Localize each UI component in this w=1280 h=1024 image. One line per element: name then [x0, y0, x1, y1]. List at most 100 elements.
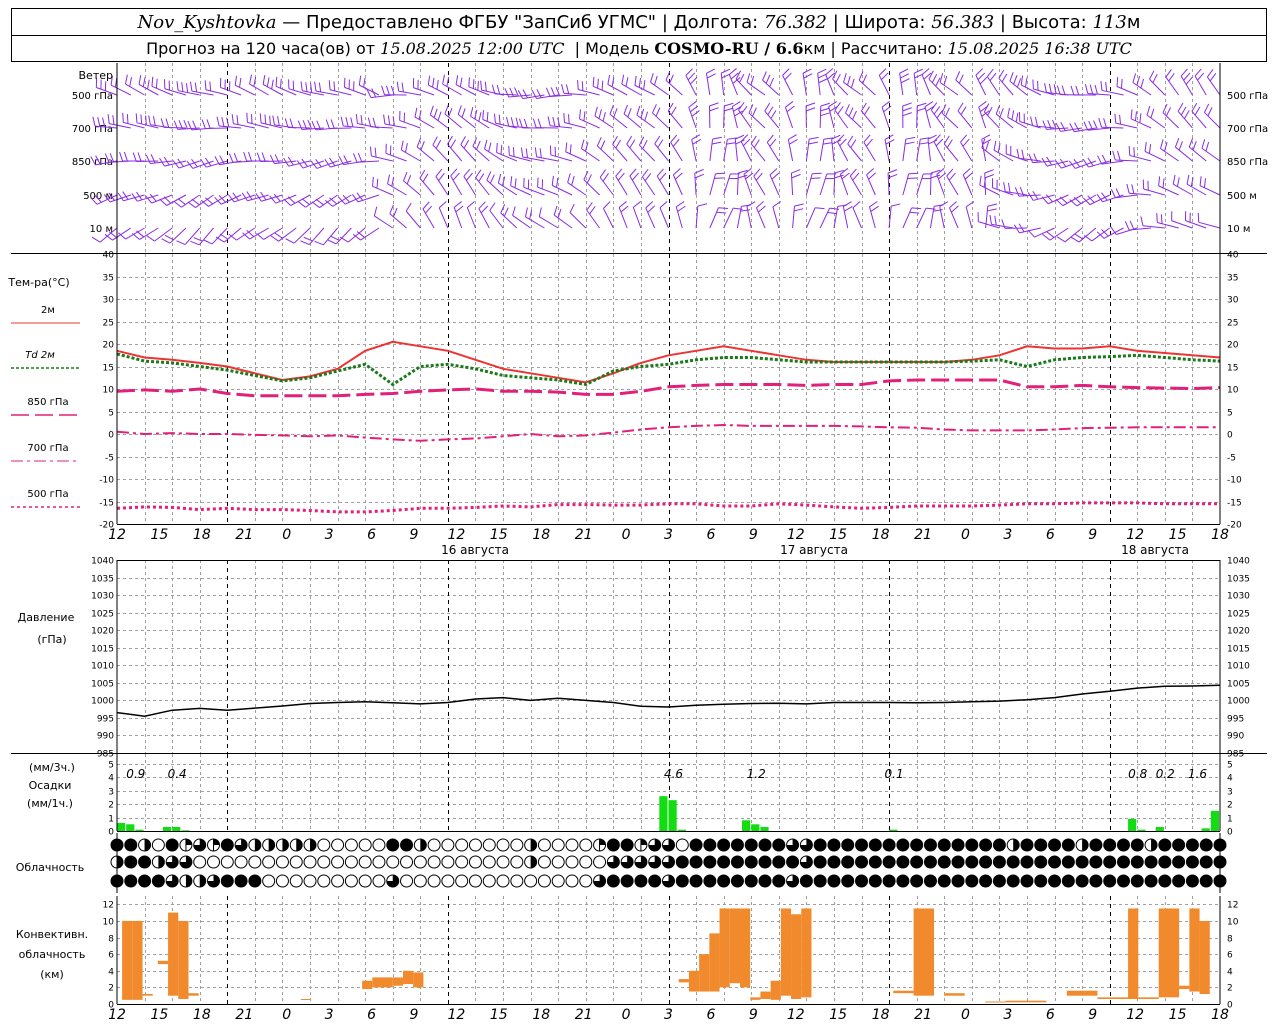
wind-barb: [429, 105, 449, 129]
wind-barb-shaft: [734, 139, 738, 162]
convective-tick-label-right: 6: [1227, 951, 1233, 961]
cloud-symbol: [772, 855, 786, 869]
cloud-symbol: [1185, 838, 1199, 852]
wind-barb-feather: [498, 114, 501, 125]
cloud-symbol: [620, 874, 634, 888]
wind-barb-feather: [91, 236, 101, 243]
cloud-symbol: [579, 874, 593, 888]
cloud-fill-half: [282, 839, 289, 851]
cloud-symbol: [717, 874, 731, 888]
wind-barb-shaft: [510, 185, 531, 196]
cloud-fill-full: [1076, 875, 1089, 887]
wind-barb: [497, 173, 518, 196]
wind-barb-feather: [209, 81, 212, 91]
mid-hour-label: 21: [575, 527, 593, 543]
cloud-fill-full: [814, 856, 827, 868]
wind-barb: [1126, 183, 1152, 196]
wind-barb-feather: [738, 174, 748, 179]
wind-barb-shaft: [819, 105, 822, 129]
precip-bar: [1137, 829, 1146, 831]
wind-barb-feather: [436, 79, 439, 90]
cloud-symbol: [813, 838, 827, 852]
wind-barb-feather: [1165, 69, 1172, 78]
wind-barb-feather: [802, 68, 812, 74]
wind-barb-feather: [1160, 214, 1163, 224]
cloud-symbol: [1048, 838, 1062, 852]
wind-barb-feather: [758, 205, 766, 213]
wind-barb-feather: [340, 116, 344, 127]
precip-bar: [668, 800, 677, 831]
wind-barb: [385, 143, 407, 162]
cloud-symbol: [220, 838, 234, 852]
wind-barb: [659, 201, 669, 229]
wind-barb-feather: [731, 101, 741, 108]
cloud-fill-full: [1007, 875, 1020, 887]
cloud-symbol: [1061, 838, 1075, 852]
wind-barb-feather: [1100, 80, 1103, 91]
wind-barb-feather: [185, 83, 189, 93]
cloud-symbol: [896, 855, 910, 869]
wind-level-label-right: 500 гПа: [1227, 91, 1268, 102]
wind-barb-feather: [1007, 107, 1010, 118]
cloud-fill-full: [607, 839, 620, 851]
wind-barb-feather: [583, 170, 589, 180]
cloud-symbol: [496, 874, 510, 888]
wind-barb-feather: [785, 101, 794, 108]
cloud-fill-full: [703, 875, 716, 887]
wind-barb-shaft: [1204, 112, 1221, 129]
wind-barb-feather: [936, 110, 943, 119]
cloud-symbol: [799, 855, 813, 869]
wind-barb-feather: [400, 140, 404, 151]
cloud-symbol: [427, 855, 441, 869]
wind-barb-feather: [697, 203, 708, 207]
wind-barb-feather: [581, 81, 584, 91]
precip-bar: [181, 830, 190, 831]
wind-barb-shaft: [852, 207, 862, 229]
wind-barb: [962, 168, 973, 196]
wind-barb-feather: [586, 174, 592, 184]
wind-barb: [819, 207, 840, 229]
wind-barb: [902, 172, 919, 196]
cloud-symbol: [331, 874, 345, 888]
wind-barb-feather: [432, 77, 435, 88]
wind-barb-feather: [845, 104, 850, 114]
wind-barb-feather: [848, 107, 854, 117]
cloud-symbol: [138, 855, 152, 869]
wind-barb-feather: [484, 81, 487, 92]
cloud-symbol: [1130, 874, 1144, 888]
wind-barb-shaft: [772, 206, 780, 229]
wind-barb-feather: [338, 196, 346, 205]
bottom-hour-label: 3: [1003, 1007, 1012, 1023]
wind-barb-feather: [881, 72, 889, 81]
convective-bar: [300, 999, 312, 1001]
wind-barb-feather: [219, 233, 229, 240]
temp-tick-label-left: 40: [103, 251, 115, 261]
wind-barb: [358, 75, 380, 96]
cloud-fill-full: [221, 839, 234, 851]
bottom-hour-label: 6: [367, 1007, 376, 1023]
wind-barb-feather: [1114, 113, 1117, 124]
cloud-symbol: [827, 838, 841, 852]
wind-barb: [596, 137, 614, 162]
wind-barb: [567, 173, 587, 196]
cloud-symbol: [1089, 855, 1103, 869]
wind-barb-feather: [913, 68, 923, 74]
wind-barb: [314, 227, 338, 246]
wind-barb-feather: [1082, 158, 1089, 168]
wind-barb-feather: [902, 112, 912, 117]
wind-barb: [866, 168, 876, 196]
cloud-symbol: [386, 855, 400, 869]
cloud-symbol: [248, 855, 262, 869]
cloud-symbol: [551, 874, 565, 888]
wind-barb-feather: [984, 169, 994, 174]
cloud-fill-full: [772, 839, 785, 851]
cloud-symbol: [1048, 874, 1062, 888]
convective-bar: [132, 920, 143, 1000]
wind-barb: [328, 80, 352, 96]
wind-barb-feather: [723, 107, 734, 112]
wind-barb-shaft: [181, 194, 201, 208]
cloud-symbol: [400, 838, 414, 852]
wind-barb-feather: [928, 139, 938, 145]
pressure-panel: 9859859909909959951000100010051005101010…: [91, 557, 1250, 760]
wind-barb-shaft: [929, 172, 932, 196]
